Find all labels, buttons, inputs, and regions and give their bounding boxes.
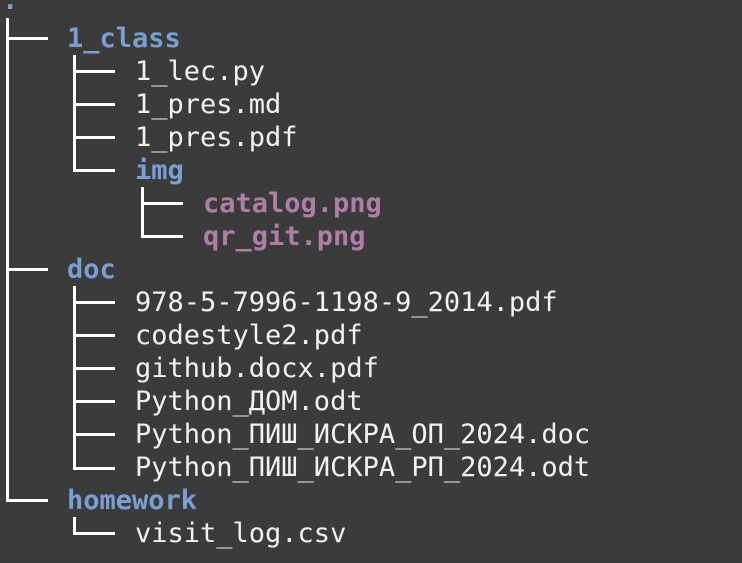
tree-line xyxy=(141,202,183,205)
file-item[interactable]: visit_log.csv xyxy=(135,517,346,550)
dir-img[interactable]: img xyxy=(135,154,184,187)
file-item[interactable]: 1_pres.pdf xyxy=(135,121,298,154)
tree-line xyxy=(73,136,115,139)
tree-line xyxy=(141,235,183,238)
tree-root: . xyxy=(2,0,19,16)
tree-line xyxy=(141,187,144,238)
dir-doc[interactable]: doc xyxy=(67,253,116,286)
dir-homework[interactable]: homework xyxy=(67,484,197,517)
file-item[interactable]: Python_ПИШ_ИСКРА_ОП_2024.doc xyxy=(135,418,590,451)
tree-line xyxy=(6,37,48,40)
file-item[interactable]: 1_lec.py xyxy=(135,55,265,88)
tree-line xyxy=(73,467,115,470)
tree-line xyxy=(73,334,115,337)
tree-line xyxy=(6,499,48,502)
image-file-item[interactable]: catalog.png xyxy=(203,187,382,220)
file-item[interactable]: Python_ДОМ.odt xyxy=(135,385,363,418)
terminal-window: . 1_class 1_lec.py 1_pres.md 1_pres.pdf … xyxy=(0,0,742,563)
file-item[interactable]: github.docx.pdf xyxy=(135,352,379,385)
tree-line xyxy=(73,286,76,470)
tree-line xyxy=(6,18,9,500)
tree-line xyxy=(73,70,115,73)
tree-line xyxy=(73,400,115,403)
tree-line xyxy=(73,301,115,304)
tree-line xyxy=(6,268,48,271)
image-file-item[interactable]: qr_git.png xyxy=(203,220,366,253)
dir-1-class[interactable]: 1_class xyxy=(67,22,181,55)
file-item[interactable]: codestyle2.pdf xyxy=(135,319,363,352)
tree-line xyxy=(73,169,115,172)
file-item[interactable]: 1_pres.md xyxy=(135,88,281,121)
tree-line xyxy=(73,532,115,535)
tree-line xyxy=(73,367,115,370)
file-item[interactable]: Python_ПИШ_ИСКРА_РП_2024.odt xyxy=(135,451,590,484)
file-item[interactable]: 978-5-7996-1198-9_2014.pdf xyxy=(135,286,558,319)
tree-line xyxy=(73,433,115,436)
tree-line xyxy=(73,103,115,106)
